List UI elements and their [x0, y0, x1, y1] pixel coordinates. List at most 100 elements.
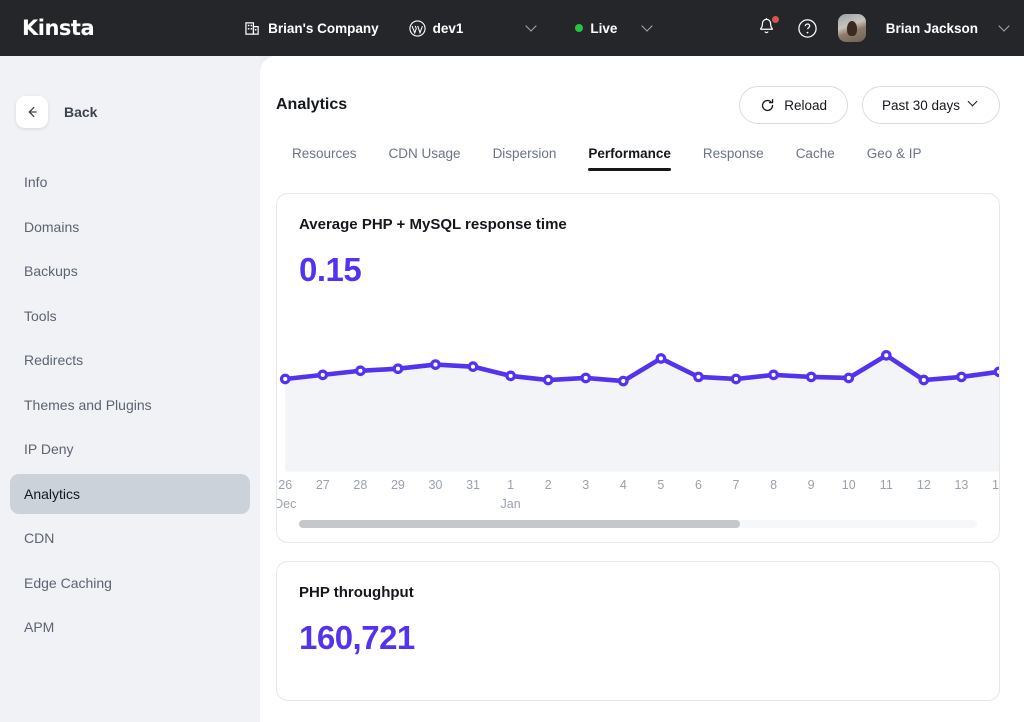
chart-point[interactable]: [655, 353, 667, 364]
company-selector[interactable]: Brian's Company: [244, 20, 379, 37]
x-axis-tick: 2: [545, 478, 552, 492]
tab-resources[interactable]: Resources: [276, 146, 373, 171]
back-navigation[interactable]: Back: [16, 96, 260, 128]
sidebar-item-apm[interactable]: APM: [10, 607, 250, 647]
x-axis-tick: 13: [954, 478, 968, 492]
chart-point[interactable]: [730, 373, 742, 385]
building-icon: [244, 20, 261, 37]
x-axis-tick: 28: [353, 478, 367, 492]
page-header: Analytics Reload Past 30 days: [260, 56, 1024, 124]
sidebar-item-cdn[interactable]: CDN: [10, 518, 250, 558]
sidebar-nav: Info Domains Backups Tools Redirects Themes a…: [0, 162, 260, 647]
sidebar-item-label: Themes and Plugins: [24, 396, 152, 413]
x-axis-tick: 12: [917, 478, 931, 492]
environment-chevron-down-icon[interactable]: [641, 22, 653, 34]
sidebar-item-label: CDN: [24, 530, 55, 546]
reload-button[interactable]: Reload: [739, 86, 848, 124]
sidebar-item-label: Edge Caching: [24, 574, 112, 591]
x-axis-month-label: Dec: [276, 496, 297, 511]
chart-scrollbar-track[interactable]: [299, 519, 977, 528]
x-axis-tick: 10: [842, 478, 856, 492]
sidebar-item-label: Info: [24, 174, 48, 190]
kinsta-logo[interactable]: Kinsta: [22, 16, 95, 40]
environment-selector[interactable]: Live: [575, 21, 653, 36]
x-axis-tick-label: 13: [954, 477, 969, 492]
top-navigation-bar: Kinsta Brian's Company dev1 Live Brian J…: [0, 0, 1024, 56]
site-chevron-down-icon[interactable]: [525, 22, 537, 34]
sidebar-item-label: Tools: [24, 307, 57, 324]
x-axis-tick: 4: [620, 478, 627, 492]
tab-performance[interactable]: Performance: [572, 146, 687, 171]
tab-cache[interactable]: Cache: [780, 146, 851, 171]
chart-point[interactable]: [430, 359, 441, 370]
line-chart-svg[interactable]: [277, 307, 999, 472]
x-axis-tick-label: 5: [657, 477, 665, 492]
site-name: dev1: [432, 20, 464, 36]
avatar[interactable]: [837, 14, 866, 42]
x-axis-month-label: Jan: [500, 496, 521, 511]
chart-point[interactable]: [355, 365, 366, 377]
sidebar-item-label: Backups: [24, 263, 78, 279]
x-axis-tick-label: 28: [353, 477, 368, 492]
chart-point[interactable]: [880, 349, 892, 361]
tab-cdn-usage[interactable]: CDN Usage: [373, 146, 477, 171]
tab-response[interactable]: Response: [687, 146, 780, 171]
company-name: Brian's Company: [268, 20, 379, 36]
chart-point[interactable]: [956, 371, 967, 383]
chart-point[interactable]: [993, 366, 999, 378]
x-axis-tick-label: 11: [879, 477, 893, 492]
back-button[interactable]: [16, 96, 48, 128]
sidebar-item-ip-deny[interactable]: IP Deny: [10, 429, 250, 469]
card-value: 160,721: [299, 618, 415, 656]
chart-point[interactable]: [392, 363, 404, 375]
chart-point[interactable]: [768, 369, 779, 381]
kinsta-analytics-app: Kinsta Brian's Company dev1 Live Brian J…: [0, 0, 1024, 722]
chart-scrollbar-thumb[interactable]: [299, 519, 740, 528]
x-axis-tick: 29: [391, 478, 405, 492]
x-axis-tick-label: 4: [619, 477, 627, 492]
sidebar-item-redirects[interactable]: Redirects: [10, 340, 250, 380]
sidebar-item-analytics[interactable]: Analytics: [10, 473, 250, 514]
user-chevron-down-icon[interactable]: [998, 22, 1010, 34]
x-axis-tick-label: 10: [841, 477, 856, 492]
notifications-button[interactable]: [757, 16, 779, 39]
x-axis-tick: 14: [992, 477, 999, 492]
wordpress-icon: [409, 19, 426, 37]
chart-point[interactable]: [505, 370, 517, 382]
sidebar-item-backups[interactable]: Backups: [10, 251, 250, 291]
sidebar-item-edge-caching[interactable]: Edge Caching: [10, 563, 250, 603]
chart-point[interactable]: [317, 369, 329, 381]
sidebar-item-domains[interactable]: Domains: [10, 207, 250, 247]
sidebar-item-tools[interactable]: Tools: [10, 296, 250, 336]
chart-point[interactable]: [542, 374, 554, 386]
x-axis-tick: 27: [316, 478, 330, 492]
x-axis-tick: 8: [770, 478, 777, 492]
topbar-context-selectors: Brian's Company dev1 Live: [244, 19, 653, 37]
chevron-down-icon: [969, 100, 980, 111]
chart-point[interactable]: [805, 371, 817, 383]
sidebar-item-info[interactable]: Info: [10, 162, 250, 202]
x-axis-tick-label: 7: [732, 477, 740, 492]
x-axis-tick: 26 Dec: [276, 477, 297, 511]
help-button[interactable]: [797, 18, 818, 39]
sidebar-item-label: APM: [24, 619, 55, 635]
chart-point[interactable]: [918, 374, 930, 386]
chart-point[interactable]: [467, 361, 479, 372]
date-range-selector[interactable]: Past 30 days: [862, 86, 1000, 124]
tab-geo-ip[interactable]: Geo & IP: [851, 146, 938, 171]
chart-point[interactable]: [843, 372, 855, 384]
x-axis-tick-label: 26: [278, 477, 293, 492]
refresh-icon: [760, 98, 775, 113]
site-selector[interactable]: dev1: [409, 19, 464, 37]
tab-dispersion[interactable]: Dispersion: [477, 146, 573, 171]
response-time-chart[interactable]: 26 Dec 27 28 29 30 31 1 Jan 2 3 4 5 6 7 8 9 10 11 12 13 14: [277, 307, 999, 520]
sidebar-item-themes-and-plugins[interactable]: Themes and Plugins: [10, 385, 250, 425]
chart-point[interactable]: [279, 373, 291, 385]
chart-point[interactable]: [580, 372, 592, 384]
sidebar: Back Info Domains Backups Tools Redirects The…: [0, 56, 260, 722]
page-title: Analytics: [276, 96, 348, 113]
x-axis-tick-label: 14: [992, 477, 999, 492]
x-axis-tick: 30: [429, 478, 443, 492]
chart-point[interactable]: [617, 375, 629, 387]
chart-point[interactable]: [693, 371, 704, 383]
